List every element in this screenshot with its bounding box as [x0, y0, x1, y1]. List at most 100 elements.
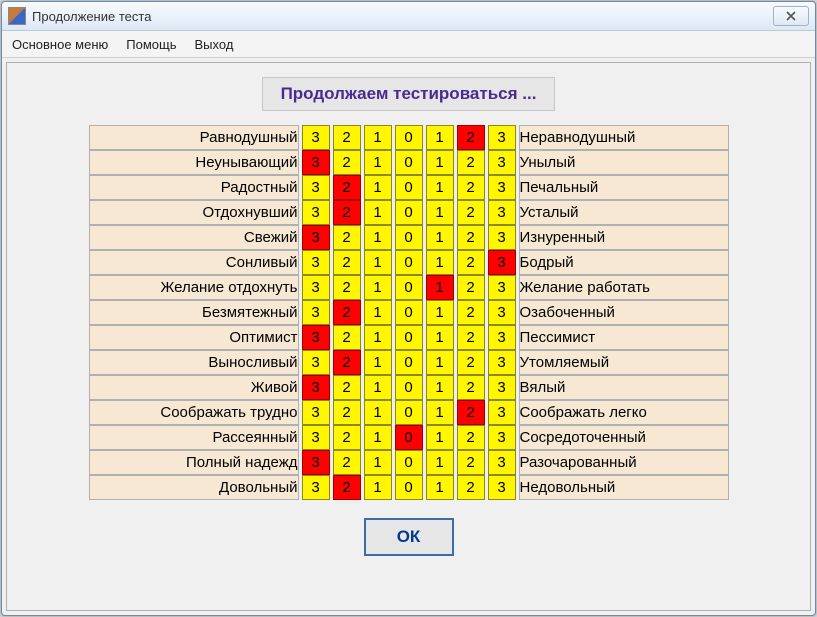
rating-cell[interactable]: 2 — [457, 350, 485, 375]
menu-main[interactable]: Основное меню — [12, 37, 108, 52]
rating-cell[interactable]: 2 — [333, 250, 361, 275]
close-button[interactable] — [773, 6, 809, 26]
rating-cell[interactable]: 2 — [333, 325, 361, 350]
rating-cell[interactable]: 1 — [426, 200, 454, 225]
rating-cell[interactable]: 2 — [457, 250, 485, 275]
rating-cell[interactable]: 0 — [395, 125, 423, 150]
rating-cell[interactable]: 0 — [395, 275, 423, 300]
rating-cell[interactable]: 0 — [395, 175, 423, 200]
rating-cell[interactable]: 0 — [395, 200, 423, 225]
rating-cell[interactable]: 1 — [426, 375, 454, 400]
rating-cell[interactable]: 2 — [333, 300, 361, 325]
rating-cell[interactable]: 2 — [457, 400, 485, 425]
rating-cell[interactable]: 3 — [302, 250, 330, 275]
rating-cell[interactable]: 2 — [457, 125, 485, 150]
rating-cell[interactable]: 1 — [426, 300, 454, 325]
rating-cell[interactable]: 1 — [426, 475, 454, 500]
rating-cell[interactable]: 3 — [488, 200, 516, 225]
rating-cell[interactable]: 3 — [302, 350, 330, 375]
rating-cell[interactable]: 0 — [395, 400, 423, 425]
rating-cell[interactable]: 1 — [426, 125, 454, 150]
rating-cell[interactable]: 2 — [457, 150, 485, 175]
rating-cell[interactable]: 1 — [426, 175, 454, 200]
rating-cell[interactable]: 1 — [364, 450, 392, 475]
rating-cell[interactable]: 2 — [333, 150, 361, 175]
rating-cell[interactable]: 2 — [333, 350, 361, 375]
rating-cell[interactable]: 1 — [426, 450, 454, 475]
rating-cell[interactable]: 3 — [302, 125, 330, 150]
rating-cell[interactable]: 1 — [364, 200, 392, 225]
rating-cell[interactable]: 2 — [333, 475, 361, 500]
rating-cell[interactable]: 2 — [333, 125, 361, 150]
rating-cell[interactable]: 3 — [302, 175, 330, 200]
rating-cell[interactable]: 0 — [395, 350, 423, 375]
rating-cell[interactable]: 1 — [364, 425, 392, 450]
rating-cell[interactable]: 2 — [333, 450, 361, 475]
rating-cell[interactable]: 1 — [364, 325, 392, 350]
rating-cell[interactable]: 2 — [333, 425, 361, 450]
rating-cell[interactable]: 1 — [364, 250, 392, 275]
rating-cell[interactable]: 3 — [488, 325, 516, 350]
rating-cell[interactable]: 1 — [426, 275, 454, 300]
rating-cell[interactable]: 1 — [364, 150, 392, 175]
rating-cell[interactable]: 1 — [364, 175, 392, 200]
rating-cell[interactable]: 0 — [395, 225, 423, 250]
rating-cell[interactable]: 1 — [364, 225, 392, 250]
rating-cell[interactable]: 3 — [488, 250, 516, 275]
rating-cell[interactable]: 3 — [488, 350, 516, 375]
rating-cell[interactable]: 2 — [333, 225, 361, 250]
rating-cell[interactable]: 3 — [488, 450, 516, 475]
rating-cell[interactable]: 0 — [395, 425, 423, 450]
rating-cell[interactable]: 3 — [302, 225, 330, 250]
rating-cell[interactable]: 3 — [302, 450, 330, 475]
rating-cell[interactable]: 2 — [333, 275, 361, 300]
rating-cell[interactable]: 3 — [302, 300, 330, 325]
rating-cell[interactable]: 3 — [302, 400, 330, 425]
rating-cell[interactable]: 2 — [333, 200, 361, 225]
rating-cell[interactable]: 3 — [488, 175, 516, 200]
rating-cell[interactable]: 2 — [333, 375, 361, 400]
rating-cell[interactable]: 1 — [426, 250, 454, 275]
rating-cell[interactable]: 1 — [426, 400, 454, 425]
menu-exit[interactable]: Выход — [195, 37, 234, 52]
rating-cell[interactable]: 1 — [364, 375, 392, 400]
rating-cell[interactable]: 2 — [457, 325, 485, 350]
rating-cell[interactable]: 1 — [364, 400, 392, 425]
rating-cell[interactable]: 3 — [488, 275, 516, 300]
rating-cell[interactable]: 1 — [364, 275, 392, 300]
rating-cell[interactable]: 2 — [457, 175, 485, 200]
rating-cell[interactable]: 1 — [426, 225, 454, 250]
rating-cell[interactable]: 3 — [302, 325, 330, 350]
rating-cell[interactable]: 3 — [302, 200, 330, 225]
rating-cell[interactable]: 3 — [302, 150, 330, 175]
menu-help[interactable]: Помощь — [126, 37, 176, 52]
rating-cell[interactable]: 3 — [302, 375, 330, 400]
rating-cell[interactable]: 0 — [395, 300, 423, 325]
rating-cell[interactable]: 2 — [457, 300, 485, 325]
rating-cell[interactable]: 3 — [302, 425, 330, 450]
rating-cell[interactable]: 2 — [457, 425, 485, 450]
rating-cell[interactable]: 1 — [364, 475, 392, 500]
rating-cell[interactable]: 1 — [426, 325, 454, 350]
rating-cell[interactable]: 2 — [333, 175, 361, 200]
rating-cell[interactable]: 2 — [457, 275, 485, 300]
rating-cell[interactable]: 3 — [488, 425, 516, 450]
rating-cell[interactable]: 0 — [395, 150, 423, 175]
rating-cell[interactable]: 1 — [364, 350, 392, 375]
rating-cell[interactable]: 0 — [395, 375, 423, 400]
rating-cell[interactable]: 3 — [488, 225, 516, 250]
rating-cell[interactable]: 1 — [426, 150, 454, 175]
rating-cell[interactable]: 3 — [302, 275, 330, 300]
rating-cell[interactable]: 3 — [488, 475, 516, 500]
rating-cell[interactable]: 1 — [364, 300, 392, 325]
rating-cell[interactable]: 2 — [333, 400, 361, 425]
rating-cell[interactable]: 2 — [457, 450, 485, 475]
rating-cell[interactable]: 3 — [488, 300, 516, 325]
rating-cell[interactable]: 3 — [488, 375, 516, 400]
rating-cell[interactable]: 2 — [457, 225, 485, 250]
rating-cell[interactable]: 1 — [426, 425, 454, 450]
rating-cell[interactable]: 0 — [395, 250, 423, 275]
rating-cell[interactable]: 2 — [457, 475, 485, 500]
rating-cell[interactable]: 3 — [302, 475, 330, 500]
rating-cell[interactable]: 1 — [426, 350, 454, 375]
